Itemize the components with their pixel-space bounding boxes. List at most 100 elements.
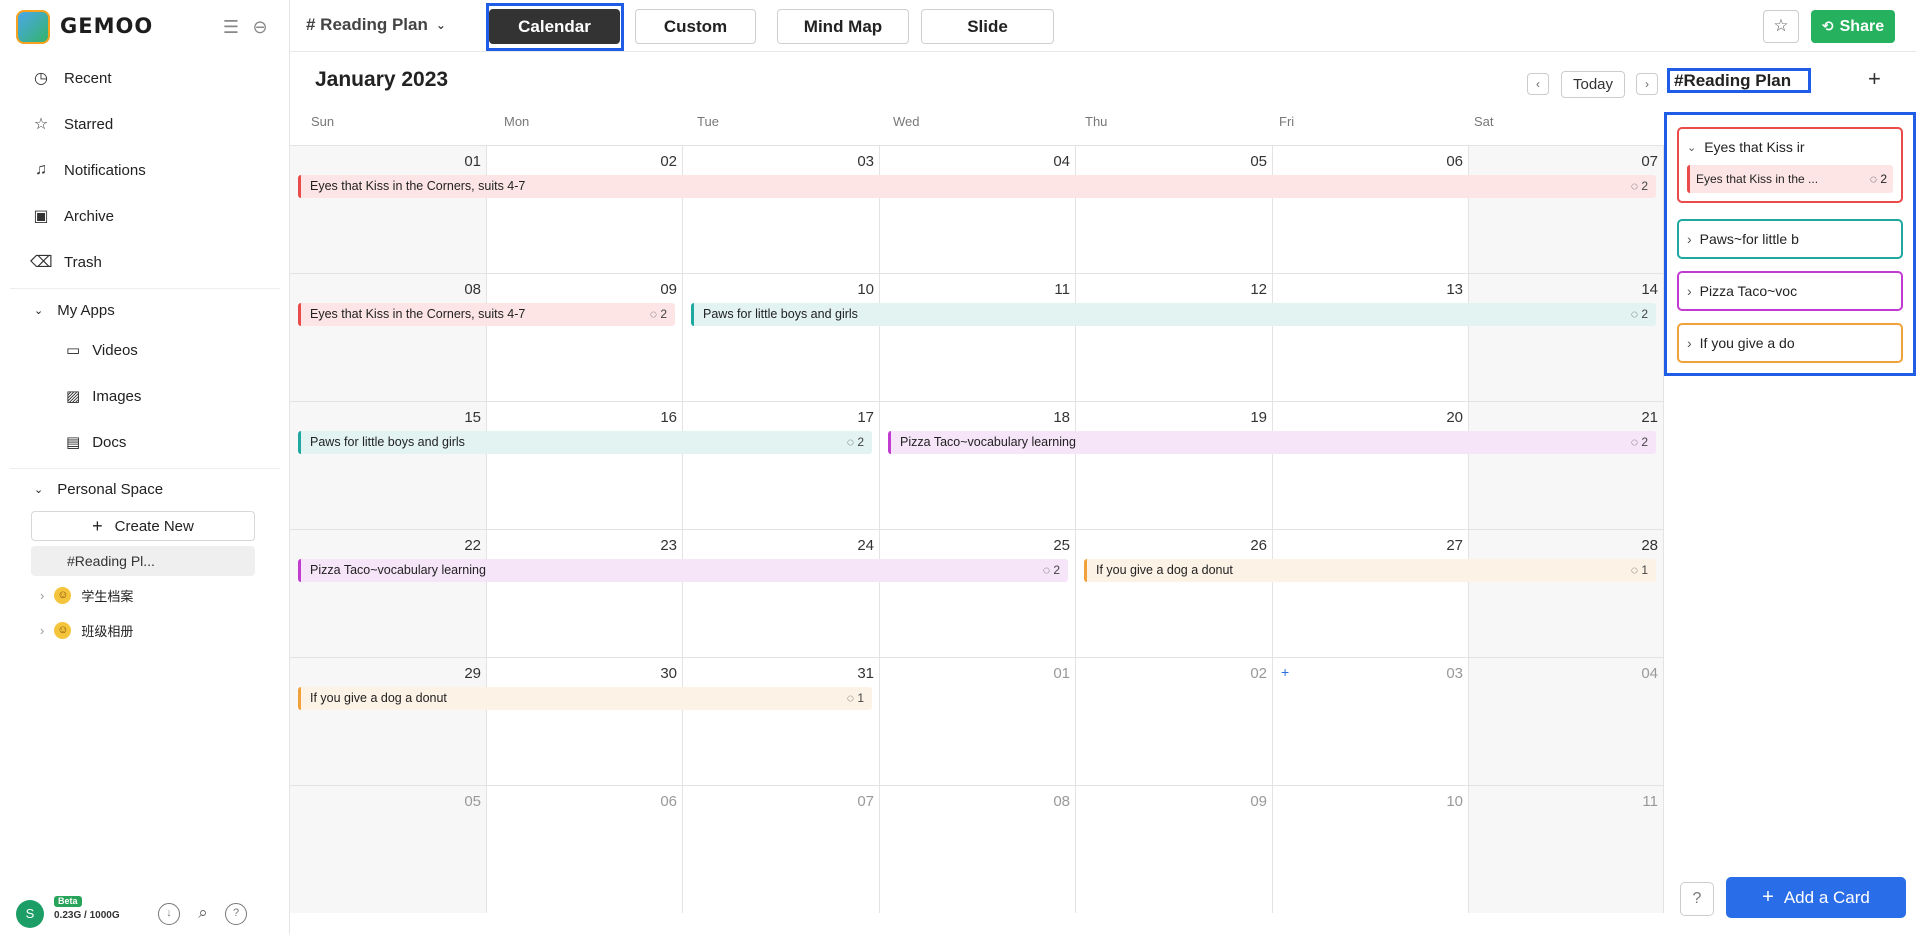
day-cell[interactable]: 13: [1273, 273, 1469, 401]
star-icon[interactable]: ☆: [1763, 10, 1799, 43]
nav-archive[interactable]: ▣ Archive: [30, 200, 270, 232]
chevron-right-icon[interactable]: ›: [1687, 335, 1692, 351]
folder-item[interactable]: › ☺ 班级相册: [40, 616, 260, 644]
app-videos[interactable]: ▭ Videos: [66, 334, 266, 366]
help-icon[interactable]: ?: [225, 903, 247, 925]
event-bar[interactable]: Eyes that Kiss in the Corners, suits 4-7…: [298, 175, 1656, 198]
search-icon[interactable]: ⌕: [192, 903, 214, 925]
chevron-right-icon[interactable]: ›: [1687, 231, 1692, 247]
add-event-icon[interactable]: +: [1281, 664, 1289, 680]
card-item[interactable]: › Pizza Taco~voc: [1677, 271, 1903, 311]
day-cell[interactable]: 08: [880, 785, 1076, 913]
app-docs[interactable]: ▤ Docs: [66, 426, 266, 458]
card-item[interactable]: ⌄ Eyes that Kiss ir Eyes that Kiss in th…: [1677, 127, 1903, 203]
day-cell[interactable]: 02: [1076, 657, 1273, 785]
chevron-right-icon[interactable]: ›: [1687, 283, 1692, 299]
event-bar[interactable]: Paws for little boys and girls ◌ 2: [691, 303, 1656, 326]
day-cell[interactable]: 04: [880, 145, 1076, 273]
day-cell[interactable]: 12: [1076, 273, 1273, 401]
day-cell[interactable]: 29: [290, 657, 487, 785]
day-cell[interactable]: 03 +: [1273, 657, 1469, 785]
day-cell[interactable]: 26: [1076, 529, 1273, 657]
help-circle-icon[interactable]: ?: [1680, 882, 1714, 916]
day-cell[interactable]: 06: [487, 785, 683, 913]
prev-month-button[interactable]: ‹: [1527, 73, 1549, 95]
folder-item[interactable]: › ☺ 学生档案: [40, 581, 260, 609]
day-cell[interactable]: 11: [880, 273, 1076, 401]
day-cell[interactable]: 14: [1469, 273, 1664, 401]
day-cell[interactable]: 09: [1076, 785, 1273, 913]
card-item[interactable]: › If you give a do: [1677, 323, 1903, 363]
day-cell[interactable]: 24: [683, 529, 880, 657]
day-cell[interactable]: 05: [290, 785, 487, 913]
day-cell[interactable]: 21: [1469, 401, 1664, 529]
day-cell[interactable]: 18: [880, 401, 1076, 529]
day-cell[interactable]: 08: [290, 273, 487, 401]
card-sub-item[interactable]: Eyes that Kiss in the ... ◌ 2: [1687, 165, 1893, 193]
day-cell[interactable]: 20: [1273, 401, 1469, 529]
app-images[interactable]: ▨ Images: [66, 380, 266, 412]
day-cell[interactable]: 19: [1076, 401, 1273, 529]
tab-slide[interactable]: Slide: [921, 9, 1054, 44]
day-cell[interactable]: 07: [1469, 145, 1664, 273]
day-cell[interactable]: 10: [683, 273, 880, 401]
day-cell[interactable]: 04: [1469, 657, 1664, 785]
day-number: 29: [464, 665, 481, 682]
day-cell[interactable]: 17: [683, 401, 880, 529]
day-cell[interactable]: 15: [290, 401, 487, 529]
day-cell[interactable]: 01: [880, 657, 1076, 785]
day-cell[interactable]: 03: [683, 145, 880, 273]
day-cell[interactable]: 27: [1273, 529, 1469, 657]
nav-recent[interactable]: ◷ Recent: [30, 62, 270, 94]
nav-trash[interactable]: ⌫ Trash: [30, 246, 270, 278]
share-button[interactable]: ⟲ Share: [1811, 10, 1895, 43]
day-number: 23: [660, 537, 677, 554]
card-item[interactable]: › Paws~for little b: [1677, 219, 1903, 259]
collapse-sidebar-icon[interactable]: ⊖: [249, 16, 271, 38]
day-cell[interactable]: 22: [290, 529, 487, 657]
day-cell[interactable]: 23: [487, 529, 683, 657]
day-cell[interactable]: 05: [1076, 145, 1273, 273]
tab-custom[interactable]: Custom: [635, 9, 756, 44]
doc-title-dropdown[interactable]: # Reading Plan ⌄: [306, 15, 446, 35]
weekday-label: Tue: [697, 114, 719, 129]
event-bar[interactable]: Pizza Taco~vocabulary learning ◌ 2: [298, 559, 1068, 582]
star-icon: ☆: [33, 116, 49, 133]
event-bar[interactable]: Pizza Taco~vocabulary learning ◌ 2: [888, 431, 1656, 454]
add-icon[interactable]: +: [1868, 66, 1881, 92]
day-cell[interactable]: 01: [290, 145, 487, 273]
event-bar[interactable]: If you give a dog a donut ◌ 1: [1084, 559, 1656, 582]
chevron-down-icon: ⌄: [435, 18, 446, 32]
video-icon: ▭: [66, 342, 81, 359]
day-cell[interactable]: 16: [487, 401, 683, 529]
my-apps-section[interactable]: ⌄ My Apps: [34, 295, 274, 325]
day-cell[interactable]: 07: [683, 785, 880, 913]
day-cell[interactable]: 09: [487, 273, 683, 401]
day-cell[interactable]: 25: [880, 529, 1076, 657]
day-cell[interactable]: 30: [487, 657, 683, 785]
tab-mind-map[interactable]: Mind Map: [777, 9, 909, 44]
download-icon[interactable]: ↓: [158, 903, 180, 925]
personal-space-section[interactable]: ⌄ Personal Space: [34, 474, 274, 504]
create-new-button[interactable]: + Create New: [31, 511, 255, 541]
day-cell[interactable]: 10: [1273, 785, 1469, 913]
day-cell[interactable]: 06: [1273, 145, 1469, 273]
today-button[interactable]: Today: [1561, 71, 1625, 98]
day-cell[interactable]: 28: [1469, 529, 1664, 657]
day-cell[interactable]: 11: [1469, 785, 1664, 913]
menu-icon[interactable]: ☰: [220, 16, 242, 38]
next-month-button[interactable]: ›: [1636, 73, 1658, 95]
nav-starred[interactable]: ☆ Starred: [30, 108, 270, 140]
tab-calendar[interactable]: Calendar: [489, 9, 620, 44]
event-bar[interactable]: Eyes that Kiss in the Corners, suits 4-7…: [298, 303, 675, 326]
add-card-button[interactable]: + Add a Card: [1726, 877, 1906, 918]
event-bar[interactable]: Paws for little boys and girls ◌ 2: [298, 431, 872, 454]
event-bar[interactable]: If you give a dog a donut ◌ 1: [298, 687, 872, 710]
folder-label: 学生档案: [81, 588, 134, 604]
nav-notifications[interactable]: ♫ Notifications: [30, 154, 270, 186]
avatar[interactable]: S: [16, 900, 44, 928]
day-cell[interactable]: 31: [683, 657, 880, 785]
chevron-down-icon[interactable]: ⌄: [1687, 141, 1696, 154]
current-doc-item[interactable]: #Reading Pl...: [31, 546, 255, 576]
day-cell[interactable]: 02: [487, 145, 683, 273]
